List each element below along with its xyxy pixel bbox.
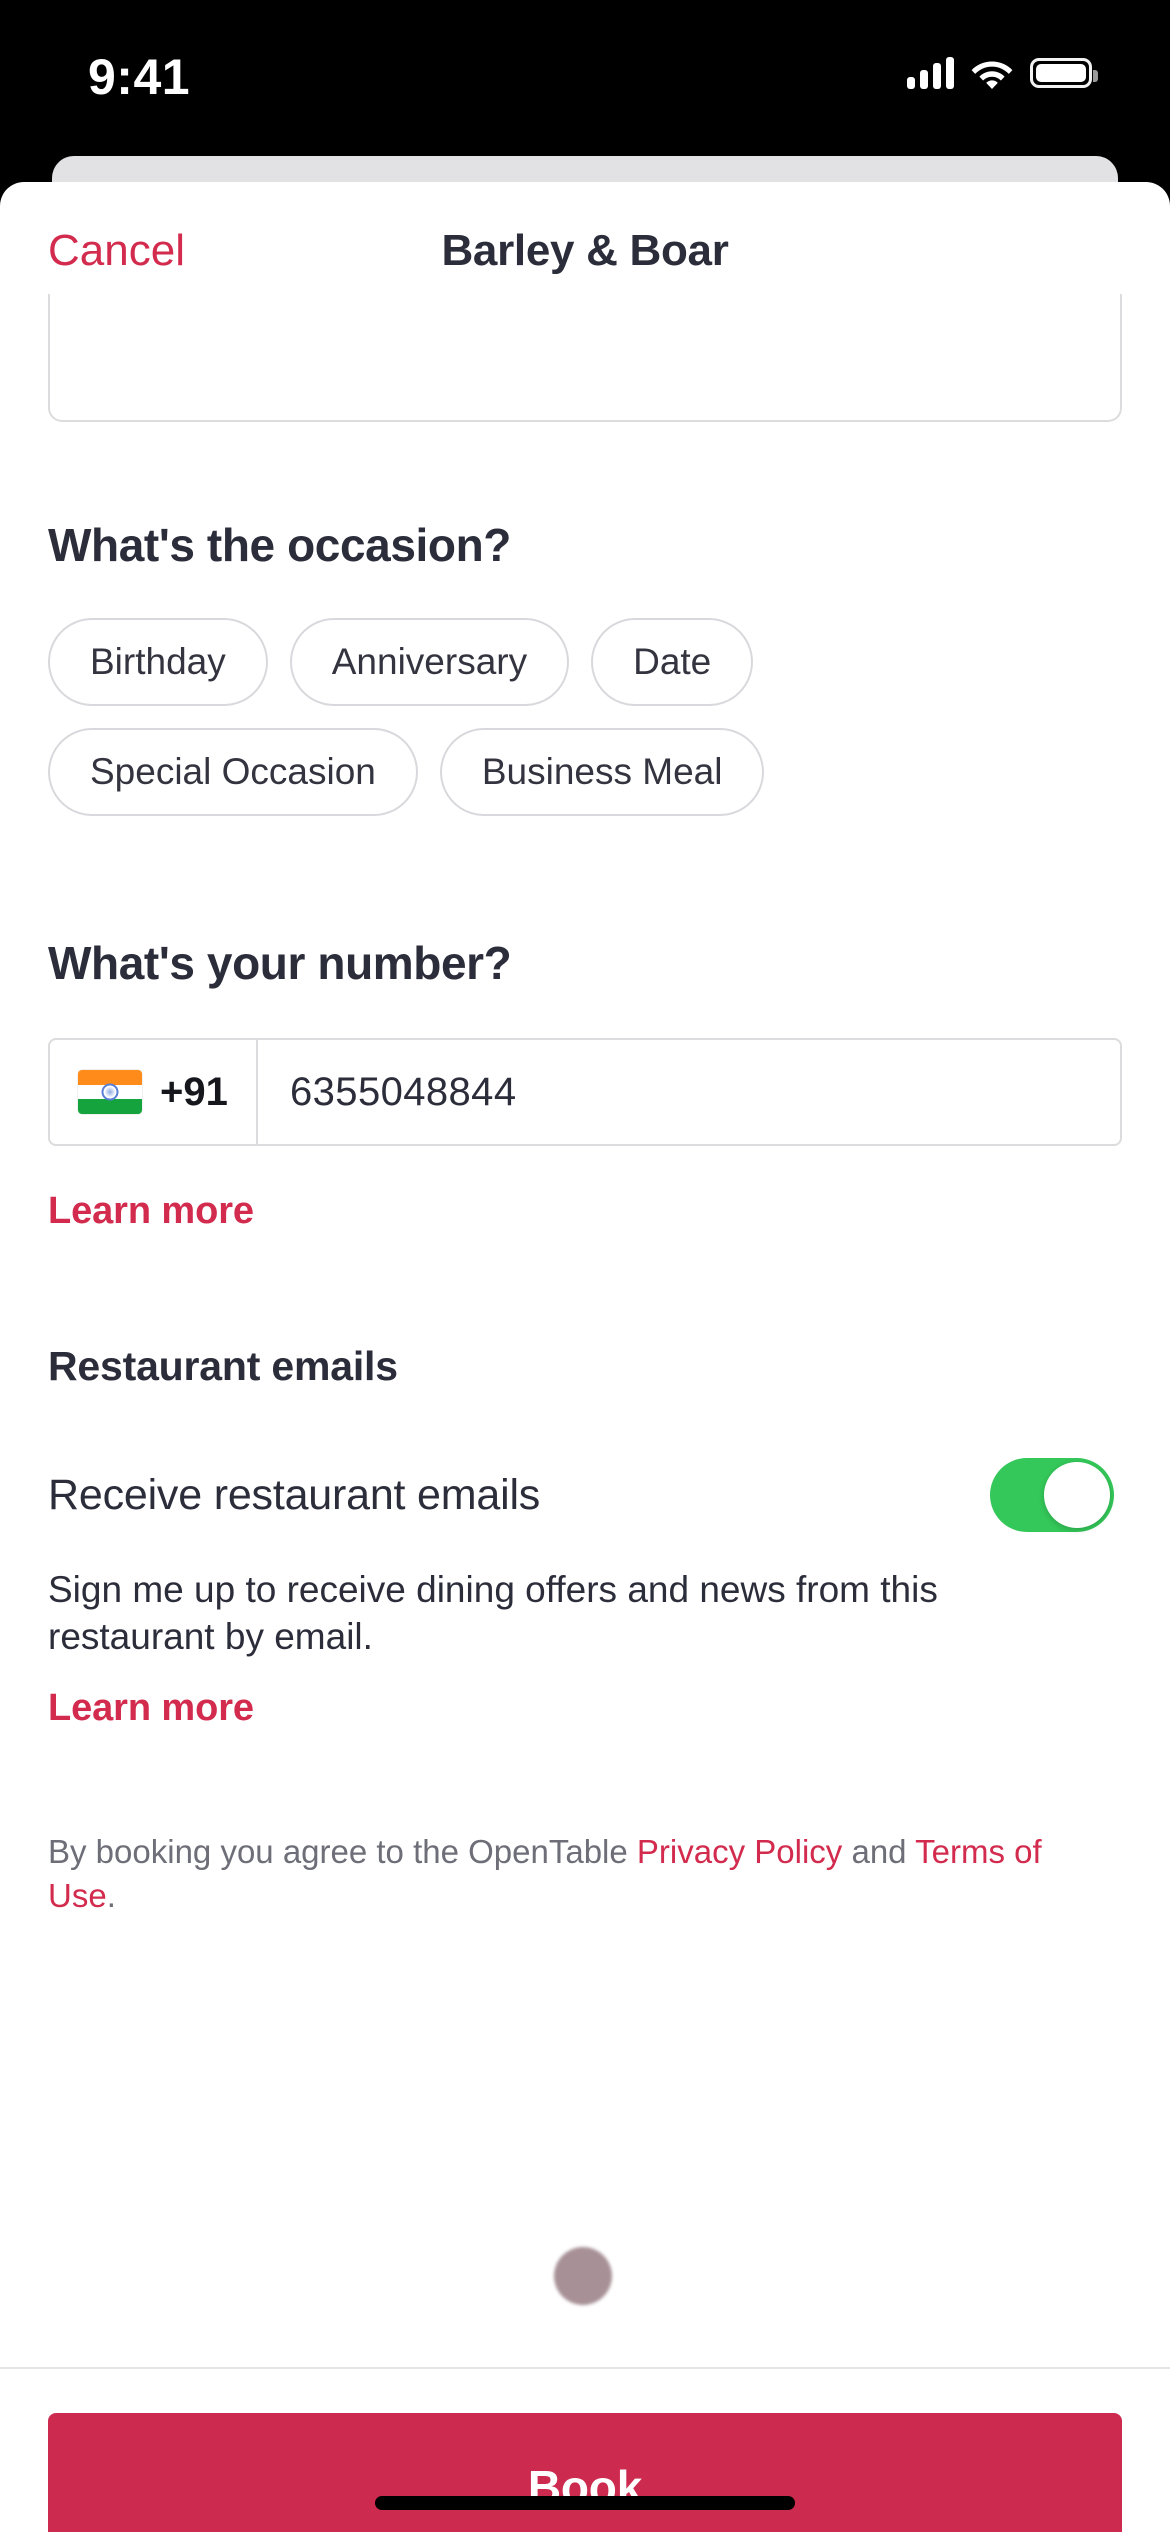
restaurant-emails-section: Restaurant emails Receive restaurant ema… xyxy=(48,1343,1122,1730)
occasion-chip-anniversary[interactable]: Anniversary xyxy=(289,618,570,706)
legal-text-before: By booking you agree to the OpenTable xyxy=(48,1832,637,1870)
phone-input-row: +91 6355048844 xyxy=(48,1038,1122,1146)
occasion-chip-business-meal[interactable]: Business Meal xyxy=(439,728,765,816)
occasion-chip-birthday[interactable]: Birthday xyxy=(48,618,268,706)
phone-learn-more-link[interactable]: Learn more xyxy=(48,1190,254,1233)
receive-emails-toggle[interactable] xyxy=(990,1458,1114,1532)
country-code-selector[interactable]: +91 xyxy=(50,1040,258,1144)
emails-learn-more-link[interactable]: Learn more xyxy=(48,1687,254,1730)
status-bar-indicators xyxy=(907,52,1098,94)
occasion-chip-group: Birthday Anniversary Date Special Occasi… xyxy=(48,618,1048,816)
occasion-chip-date[interactable]: Date xyxy=(591,618,754,706)
home-indicator xyxy=(375,2496,795,2510)
receive-emails-row: Receive restaurant emails xyxy=(48,1458,1122,1532)
restaurant-emails-heading: Restaurant emails xyxy=(48,1343,398,1389)
status-bar-time: 9:41 xyxy=(88,49,191,105)
privacy-policy-link[interactable]: Privacy Policy xyxy=(637,1833,842,1870)
india-flag-icon xyxy=(78,1070,142,1114)
phone-heading: What's your number? xyxy=(48,937,512,989)
booking-modal-sheet: Cancel Barley & Boar What's the occasion… xyxy=(0,182,1170,2532)
occasion-chip-special-occasion[interactable]: Special Occasion xyxy=(48,728,418,816)
wifi-icon xyxy=(970,57,1014,89)
book-button[interactable]: Book xyxy=(48,2413,1122,2532)
receive-emails-label: Receive restaurant emails xyxy=(48,1470,541,1519)
status-bar: 9:41 xyxy=(0,0,1170,140)
booking-form-scroll-area[interactable]: What's the occasion? Birthday Anniversar… xyxy=(0,294,1170,2362)
legal-disclaimer: By booking you agree to the OpenTable Pr… xyxy=(48,1830,1063,1918)
phone-number-input[interactable]: 6355048844 xyxy=(258,1040,1120,1144)
phone-section: What's your number? +91 6355048844 Learn… xyxy=(48,936,1122,1233)
cellular-signal-icon xyxy=(907,57,954,89)
modal-header: Cancel Barley & Boar xyxy=(0,182,1170,294)
phone-number-value: 6355048844 xyxy=(290,1069,517,1114)
legal-text-middle: and xyxy=(842,1832,916,1870)
special-request-textarea[interactable] xyxy=(48,294,1122,422)
legal-text-after: . xyxy=(106,1876,116,1914)
occasion-section: What's the occasion? Birthday Anniversar… xyxy=(48,518,1122,816)
receive-emails-description: Sign me up to receive dining offers and … xyxy=(48,1569,938,1658)
page-title: Barley & Boar xyxy=(441,226,729,275)
country-code-value: +91 xyxy=(160,1069,228,1114)
toggle-knob xyxy=(1044,1462,1110,1528)
phone-screen: 9:41 Cancel Barley & Boar What's the occ… xyxy=(0,0,1170,2532)
battery-icon xyxy=(1030,58,1098,88)
occasion-heading: What's the occasion? xyxy=(48,519,512,571)
